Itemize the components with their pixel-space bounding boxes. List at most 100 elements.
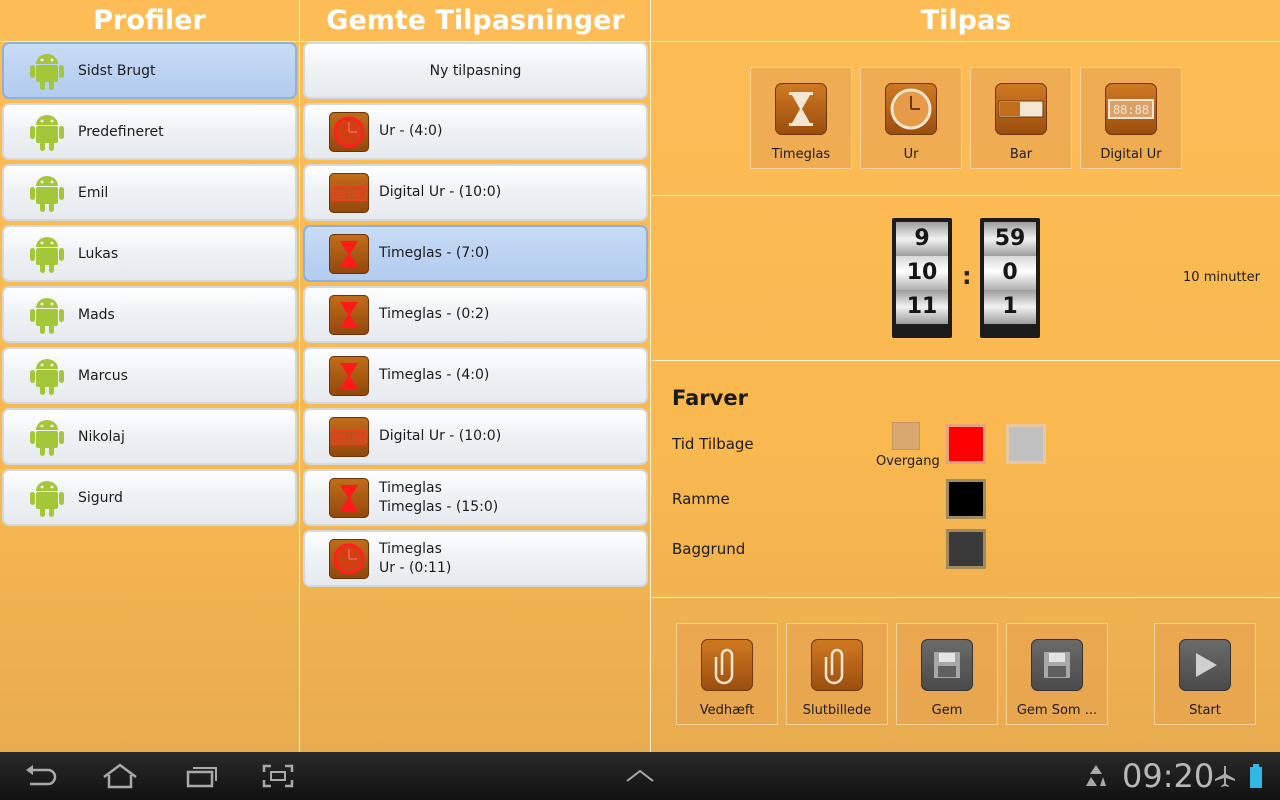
profile-item[interactable]: Nikolaj [2, 408, 297, 465]
saved-item[interactable]: Timeglas Ur - (0:11) [303, 530, 648, 587]
save-button[interactable]: Gem [896, 623, 998, 725]
saved-column: Gemte Tilpasninger Ny tilpasning Ur - (4… [301, 0, 651, 752]
tilpas-column: Tilpas Timeglas Ur Bar 88:88 Digital Ur … [652, 0, 1280, 752]
svg-text:88:88: 88:88 [334, 433, 364, 444]
saved-item-text: Timeglas - (7:0) [379, 244, 489, 263]
tid-tilbage-color2-swatch[interactable] [1006, 424, 1046, 464]
profile-label: Emil [78, 184, 109, 201]
profile-item[interactable]: Mads [2, 286, 297, 343]
save-as-button[interactable]: Gem Som ... [1006, 623, 1108, 725]
seconds-prev: 59 [984, 222, 1036, 256]
type-tile-timeglas[interactable]: Timeglas [750, 67, 852, 169]
saved-item-text: Digital Ur - (10:0) [379, 183, 501, 202]
recent-apps-icon[interactable] [180, 762, 224, 790]
profile-item[interactable]: Emil [2, 164, 297, 221]
hourglass-icon [329, 355, 369, 396]
minutes-prev: 9 [896, 222, 948, 256]
minutes-next: 11 [896, 290, 948, 324]
saved-item-text: Timeglas - (4:0) [379, 366, 489, 385]
profile-label: Sigurd [78, 489, 123, 506]
saved-item-text: Timeglas Ur - (0:11) [379, 540, 451, 578]
svg-text:88:88: 88:88 [1113, 103, 1149, 117]
profile-item[interactable]: Lukas [2, 225, 297, 282]
progress-bar-icon [995, 83, 1047, 135]
new-customization-button[interactable]: Ny tilpasning [303, 42, 648, 99]
timer-type-section: Timeglas Ur Bar 88:88 Digital Ur [652, 42, 1280, 196]
svg-text:88:88: 88:88 [334, 189, 364, 200]
action-label: Start [1189, 703, 1221, 718]
type-tile-digital-ur[interactable]: 88:88 Digital Ur [1080, 67, 1182, 169]
profile-label: Marcus [78, 367, 128, 384]
seconds-picker[interactable]: 59 0 1 [980, 218, 1040, 338]
android-icon [30, 418, 64, 456]
colors-section: Farver Tid Tilbage Overgang Ramme Baggru… [652, 361, 1280, 598]
type-label: Ur [903, 147, 919, 162]
new-customization-label: Ny tilpasning [429, 62, 522, 79]
profile-label: Predefineret [78, 123, 164, 140]
floppy-disk-icon [1031, 639, 1083, 691]
saved-item[interactable]: Timeglas - (4:0) [303, 347, 648, 404]
profiles-column: Profiler Sidst Brugt Predefineret Emil Luka… [0, 0, 300, 752]
saved-item-title: Digital Ur - (10:0) [379, 184, 502, 200]
screenshot-icon[interactable] [256, 762, 300, 790]
actions-section: Vedhæft Slutbillede Gem Gem Som ... Star… [652, 598, 1280, 752]
back-icon[interactable] [18, 762, 62, 790]
time-summary: 10 minutter [1183, 270, 1260, 285]
digital-clock-icon: 88:88 [329, 172, 369, 213]
android-icon [30, 235, 64, 273]
tilpas-header: Tilpas [652, 0, 1280, 42]
overgang-label: Overgang [876, 454, 940, 469]
hourglass-icon [775, 83, 827, 135]
type-label: Timeglas [771, 147, 831, 162]
paperclip-icon [811, 639, 863, 691]
type-tile-ur[interactable]: Ur [860, 67, 962, 169]
tid-tilbage-color-swatch[interactable] [946, 424, 986, 464]
saved-item[interactable]: Ur - (4:0) [303, 103, 648, 160]
saved-item[interactable]: Timeglas - (7:0) [303, 225, 648, 282]
profile-label: Nikolaj [78, 428, 125, 445]
profile-item[interactable]: Predefineret [2, 103, 297, 160]
android-icon [30, 174, 64, 212]
start-button[interactable]: Start [1154, 623, 1256, 725]
saved-item-subtitle: Ur - (0:11) [379, 559, 452, 576]
time-section: 9 10 11 : 59 0 1 10 minutter [652, 196, 1280, 361]
floppy-disk-icon [921, 639, 973, 691]
recycle-icon [1074, 762, 1118, 790]
saved-item[interactable]: Timeglas - (0:2) [303, 286, 648, 343]
saved-item-title: Timeglas - (4:0) [379, 367, 490, 383]
chevron-up-icon[interactable] [618, 762, 662, 790]
profile-item[interactable]: Marcus [2, 347, 297, 404]
minutes-current: 10 [896, 256, 948, 290]
ramme-color-swatch[interactable] [946, 479, 986, 519]
saved-item-text: Timeglas - (0:2) [379, 305, 489, 324]
saved-list: Ny tilpasning Ur - (4:0) 88:88 Digital Ur … [301, 42, 650, 587]
airplane-mode-icon [1210, 762, 1240, 790]
saved-item[interactable]: 88:88 Digital Ur - (10:0) [303, 164, 648, 221]
profile-item[interactable]: Sidst Brugt [2, 42, 297, 99]
saved-item[interactable]: 88:88 Digital Ur - (10:0) [303, 408, 648, 465]
tid-tilbage-label: Tid Tilbage [672, 435, 754, 453]
colors-title: Farver [672, 386, 748, 410]
system-clock: 09:20 [1122, 757, 1215, 795]
type-tile-bar[interactable]: Bar [970, 67, 1072, 169]
saved-item-title: Digital Ur - (10:0) [379, 428, 502, 444]
overgang-toggle[interactable] [892, 422, 920, 450]
digital-clock-icon: 88:88 [329, 416, 369, 457]
attach-button[interactable]: Vedhæft [676, 623, 778, 725]
saved-item-title: Timeglas [379, 540, 442, 557]
hourglass-icon [329, 477, 369, 518]
profile-item[interactable]: Sigurd [2, 469, 297, 526]
android-icon [30, 113, 64, 151]
android-icon [30, 357, 64, 395]
clock-icon [329, 111, 369, 152]
play-icon [1179, 639, 1231, 691]
end-image-button[interactable]: Slutbillede [786, 623, 888, 725]
saved-item-text: Timeglas Timeglas - (15:0) [379, 479, 498, 517]
profiles-header: Profiler [0, 0, 299, 42]
home-icon[interactable] [98, 762, 142, 790]
baggrund-color-swatch[interactable] [946, 529, 986, 569]
minutes-picker[interactable]: 9 10 11 [892, 218, 952, 338]
ramme-label: Ramme [672, 490, 730, 508]
time-separator: : [962, 262, 972, 290]
saved-item[interactable]: Timeglas Timeglas - (15:0) [303, 469, 648, 526]
